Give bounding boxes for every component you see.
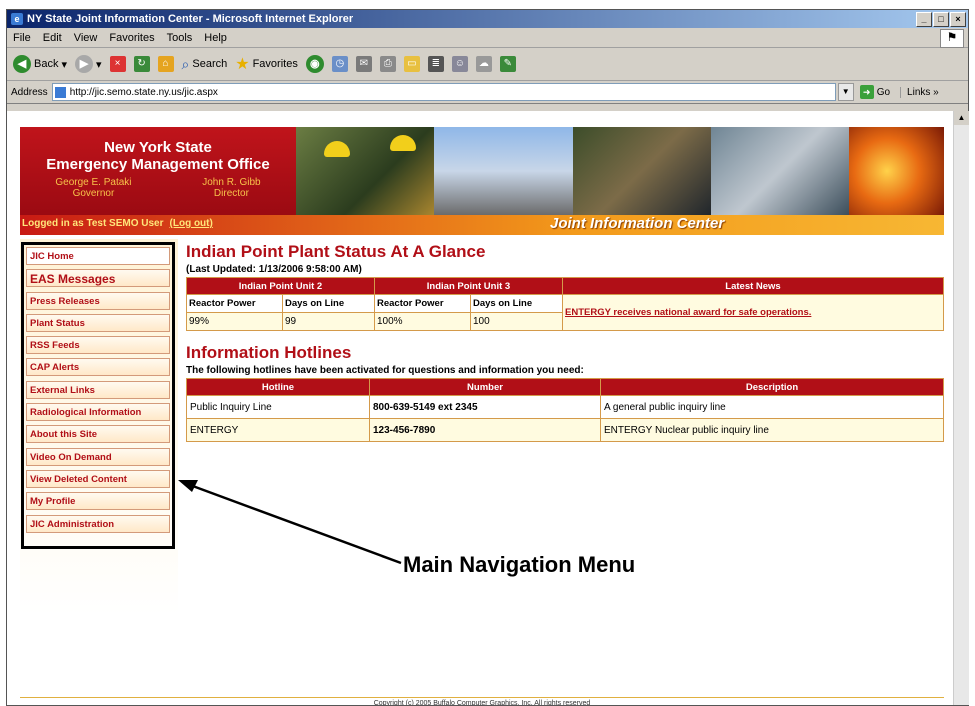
arrow-head — [178, 480, 198, 492]
arrow-line — [189, 483, 402, 565]
annotation-label: Main Navigation Menu — [403, 552, 636, 577]
annotation-arrow — [178, 480, 402, 565]
